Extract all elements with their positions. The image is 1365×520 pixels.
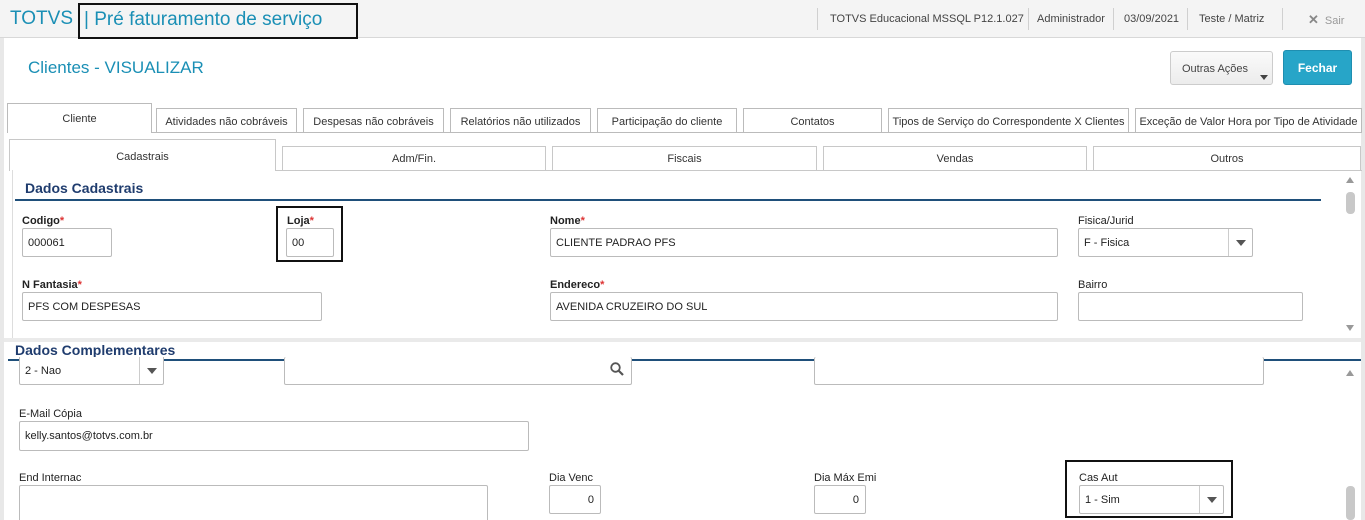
chevron-down-icon[interactable] (1228, 229, 1252, 256)
label-text: Nome (550, 215, 581, 227)
highlight-box-cas-aut (1065, 460, 1233, 518)
divider (817, 8, 818, 30)
label-dia-max-emi: Dia Máx Emi (814, 472, 877, 484)
scroll-up-icon[interactable] (1346, 177, 1354, 183)
complementar-field-right[interactable] (814, 357, 1264, 385)
scroll-up-icon[interactable] (1346, 370, 1354, 376)
select-value: F - Fisica (1084, 237, 1130, 249)
scrollbar-complementares[interactable] (1343, 364, 1357, 520)
label-endereco: Endereco* (550, 279, 604, 291)
scroll-thumb[interactable] (1346, 192, 1355, 214)
chevron-down-icon[interactable] (139, 357, 163, 384)
label-text: Codigo (22, 215, 60, 227)
tab-tipos-servico[interactable]: Tipos de Serviço do Correspondente X Cli… (888, 108, 1129, 133)
label-fisica-jurid: Fisica/Jurid (1078, 215, 1134, 227)
required-mark: * (600, 279, 605, 291)
tab-excecao-valor-hora[interactable]: Exceção de Valor Hora por Tipo de Ativid… (1135, 108, 1362, 133)
dia-max-emi-field[interactable]: 0 (814, 485, 866, 514)
system-date: 03/09/2021 (1124, 13, 1180, 25)
section-divider (15, 199, 1321, 201)
label-text: Endereco (550, 279, 601, 291)
tab-contatos[interactable]: Contatos (743, 108, 882, 133)
label-codigo: Codigo* (22, 215, 64, 227)
select-value: 2 - Nao (25, 365, 62, 377)
n-fantasia-field[interactable]: PFS COM DESPESAS (22, 292, 322, 321)
tab-cadastrais[interactable]: Cadastrais (9, 139, 276, 171)
divider (1187, 8, 1188, 30)
section-title-dados-cadastrais: Dados Cadastrais (25, 180, 144, 196)
tab-bar-line (152, 132, 1362, 133)
other-actions-label: Outras Ações (1182, 63, 1249, 75)
label-n-fantasia: N Fantasia* (22, 279, 82, 291)
label-bairro: Bairro (1078, 279, 1108, 291)
endereco-field[interactable]: AVENIDA CRUZEIRO DO SUL (550, 292, 1058, 321)
tab-adm-fin[interactable]: Adm/Fin. (282, 146, 546, 171)
required-mark: * (580, 215, 585, 227)
tab-cliente[interactable]: Cliente (7, 103, 152, 133)
exit-label: Sair (1324, 15, 1345, 27)
codigo-field[interactable]: 000061 (22, 228, 112, 257)
panel-dados-complementares: Dados Complementares 2 - Nao E-Mail Cópi… (4, 342, 1361, 520)
end-internac-field[interactable] (19, 485, 488, 520)
required-mark: * (59, 215, 65, 227)
tab-fiscais[interactable]: Fiscais (552, 146, 817, 171)
email-copia-field[interactable]: kelly.santos@totvs.com.br (19, 421, 529, 451)
bairro-field[interactable] (1078, 292, 1303, 321)
chevron-down-icon (1260, 75, 1268, 80)
highlight-box-loja (276, 206, 343, 262)
tab-relatorios-nao-utilizados[interactable]: Relatórios não utilizados (450, 108, 591, 133)
label-nome: Nome* (550, 215, 585, 227)
divider (1028, 8, 1029, 30)
section-title-dados-complementares: Dados Complementares (15, 342, 176, 358)
tab-vendas[interactable]: Vendas (823, 146, 1087, 171)
label-end-internac: End Internac (19, 472, 82, 484)
tab-outros[interactable]: Outros (1093, 146, 1361, 171)
divider (1282, 8, 1283, 30)
exit-button[interactable]: ✕ Sair (1308, 12, 1344, 28)
other-actions-button[interactable]: Outras Ações (1170, 51, 1273, 85)
search-field[interactable] (284, 357, 632, 385)
complementar-select[interactable]: 2 - Nao (19, 357, 164, 385)
divider (1113, 8, 1114, 30)
tab-despesas-nao-cobraveis[interactable]: Despesas não cobráveis (303, 108, 444, 133)
page-title: Clientes - VISUALIZAR (28, 58, 204, 77)
close-icon: ✕ (1308, 12, 1319, 27)
scroll-thumb[interactable] (1346, 486, 1355, 520)
label-dia-venc: Dia Venc (549, 472, 594, 484)
highlight-box-title (78, 3, 358, 39)
dia-venc-field[interactable]: 0 (549, 485, 601, 514)
user-name[interactable]: Administrador (1037, 13, 1105, 25)
system-version: TOTVS Educacional MSSQL P12.1.027 (830, 13, 1024, 25)
required-mark: * (77, 279, 82, 291)
brand-logo: TOTVS (10, 8, 73, 29)
close-button[interactable]: Fechar (1283, 50, 1352, 85)
fisica-jurid-select[interactable]: F - Fisica (1078, 228, 1253, 257)
nome-field[interactable]: CLIENTE PADRAO PFS (550, 228, 1058, 257)
tab-participacao-cliente[interactable]: Participação do cliente (597, 108, 737, 133)
top-bar: TOTVS | Pré faturamento de serviço TOTVS… (0, 0, 1365, 39)
environment[interactable]: Teste / Matriz (1199, 13, 1264, 25)
scrollbar-cadastrais[interactable] (1343, 174, 1357, 336)
label-email-copia: E-Mail Cópia (19, 408, 82, 420)
label-text: N Fantasia (22, 279, 78, 291)
search-icon[interactable] (609, 360, 625, 376)
tab-atividades-nao-cobraveis[interactable]: Atividades não cobráveis (156, 108, 297, 133)
panel-dados-cadastrais: Dados Cadastrais Codigo* 000061 Loja* 00… (12, 170, 1362, 338)
scroll-down-icon[interactable] (1346, 325, 1354, 331)
